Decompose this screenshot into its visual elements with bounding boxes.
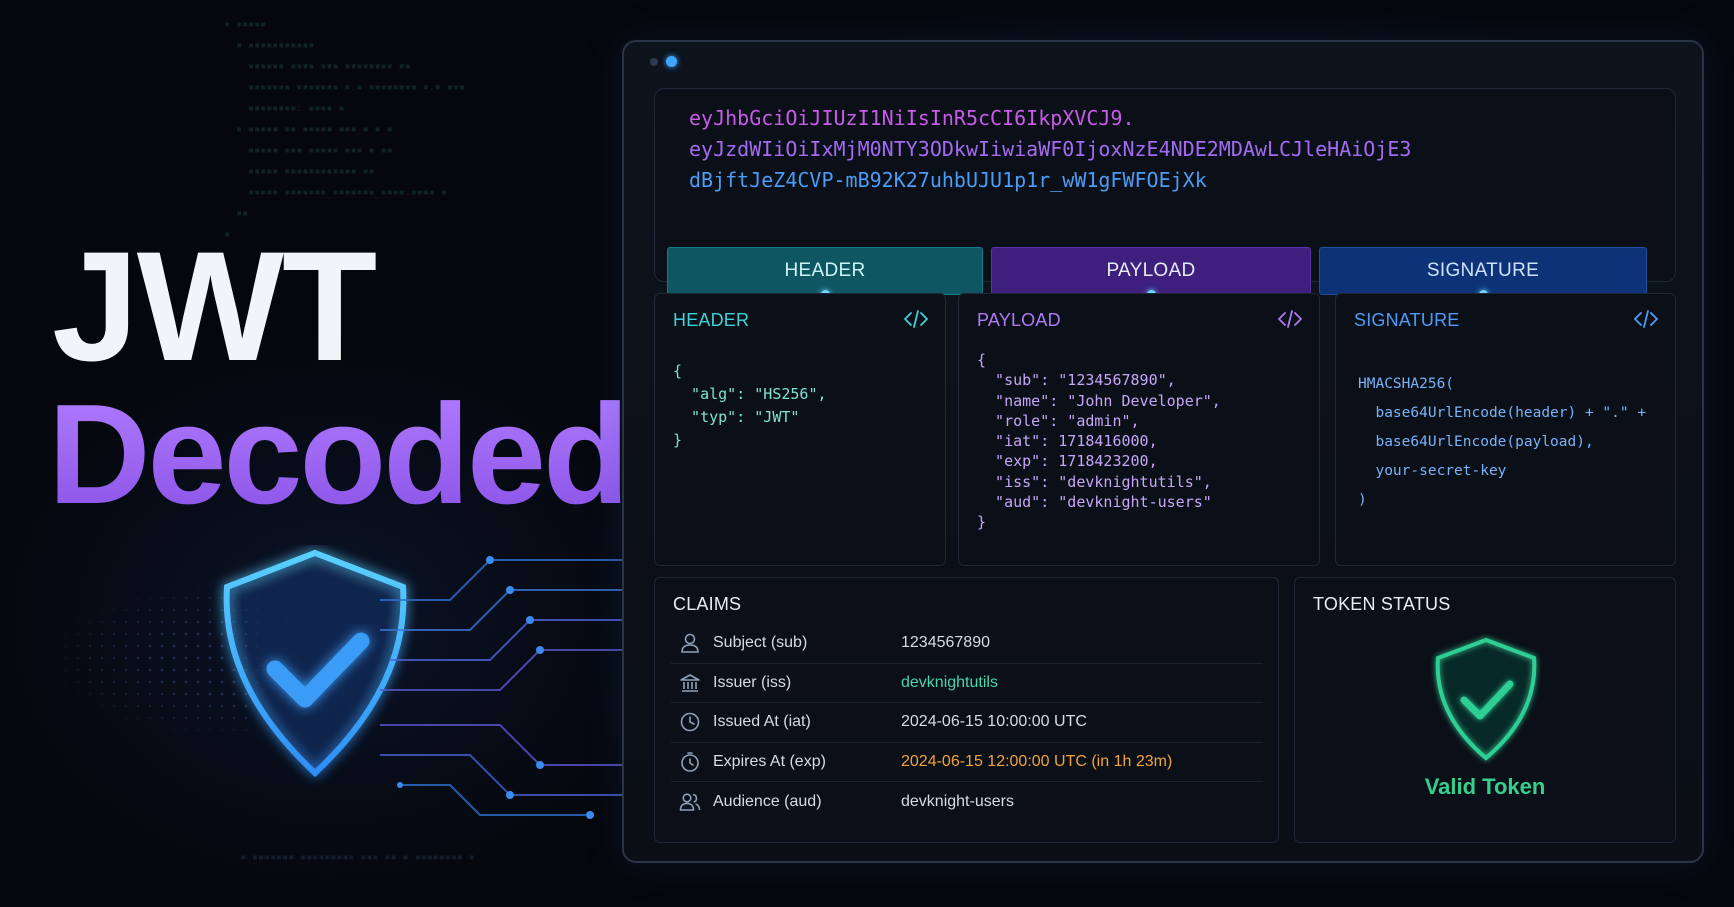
claims-card-title: CLAIMS: [673, 594, 742, 614]
claim-label: Issuer (iss): [713, 673, 792, 691]
window-controls: [650, 56, 677, 67]
shield-check-icon: [1435, 637, 1537, 761]
user-icon: [681, 633, 699, 654]
token-status-text: Valid Token: [1424, 774, 1546, 799]
token-payload-part: eyJzdWIiOiIxMjM0NTY3ODkwIiwiaWF0IjoxNzE4…: [689, 137, 1412, 161]
claim-value: devknightutils: [901, 673, 998, 691]
window-dot-active[interactable]: [666, 56, 677, 67]
code-icon[interactable]: [1277, 308, 1303, 330]
claim-row: Issuer (iss) devknightutils: [671, 664, 1263, 703]
claim-value: 1234567890: [901, 634, 990, 652]
token-header-part: eyJhbGciOiJIUzI1NiIsInR5cCI6IkpXVCJ9.: [689, 106, 1135, 130]
circuit-lines-decoration: [380, 556, 625, 819]
claims-card: CLAIMS Subject (sub) 1234567890 Issuer (…: [654, 577, 1279, 843]
claims-list: Subject (sub) 1234567890 Issuer (iss) de…: [671, 624, 1263, 822]
payload-card-title: PAYLOAD: [977, 310, 1061, 330]
claim-value: 2024-06-15 10:00:00 UTC: [901, 713, 1087, 731]
header-card: HEADER { "alg": "HS256", "typ": "JWT" }: [654, 293, 946, 566]
hero-title-decoded: Decoded: [48, 375, 630, 534]
decoder-window: eyJhbGciOiJIUzI1NiIsInR5cCI6IkpXVCJ9. ey…: [622, 40, 1704, 863]
header-card-title: HEADER: [673, 310, 750, 330]
segment-signature-button[interactable]: SIGNATURE: [1319, 247, 1647, 299]
segment-payload-button[interactable]: PAYLOAD: [991, 247, 1311, 299]
hero-title-jwt: JWT: [52, 220, 377, 394]
background-code-decoration: ▪ ▪▪▪▪▪ ▪ ▪▪▪▪▪▪▪▪▪▪▪ ▪▪▪▪▪▪ ▪▪▪▪ ▪▪▪ ▪▪…: [224, 19, 465, 240]
token-status-card: TOKEN STATUS Valid Token: [1294, 577, 1676, 843]
segment-header-button[interactable]: HEADER: [667, 247, 983, 299]
header-json: { "alg": "HS256", "typ": "JWT" }: [673, 362, 827, 449]
signature-formula: HMACSHA256( base64UrlEncode(header) + ".…: [1358, 376, 1647, 508]
claim-value: 2024-06-15 12:00:00 UTC (in 1h 23m): [901, 752, 1173, 770]
claim-row: Issued At (iat) 2024-06-15 10:00:00 UTC: [671, 703, 1263, 743]
claim-label: Audience (aud): [713, 792, 822, 810]
payload-json: { "sub": "1234567890", "name": "John Dev…: [977, 351, 1221, 532]
payload-card: PAYLOAD { "sub": "1234567890", "name": "…: [958, 293, 1320, 566]
clock-icon: [680, 712, 700, 732]
claim-row: Expires At (exp) 2024-06-15 12:00:00 UTC…: [671, 743, 1263, 782]
background-code-footer: ▪ ▪▪▪▪▪▪▪ ▪▪▪▪▪▪▪▪▪ ▪▪▪ ▪▪ ▪ ▪▪▪▪▪▪▪▪ ▪: [240, 852, 475, 863]
signature-card-title: SIGNATURE: [1354, 310, 1460, 330]
claim-label: Issued At (iat): [713, 713, 811, 731]
bank-icon: [680, 673, 700, 692]
token-status-title: TOKEN STATUS: [1313, 594, 1451, 614]
code-icon[interactable]: [1633, 308, 1659, 330]
claim-row: Subject (sub) 1234567890: [671, 624, 1263, 664]
stopwatch-icon: [681, 751, 699, 772]
claim-label: Expires At (exp): [713, 752, 826, 770]
claim-label: Subject (sub): [713, 634, 808, 652]
window-dot[interactable]: [650, 57, 658, 66]
encoded-token-panel: eyJhbGciOiJIUzI1NiIsInR5cCI6IkpXVCJ9. ey…: [654, 88, 1676, 299]
claim-row: Audience (aud) devknight-users: [671, 782, 1263, 822]
signature-card: SIGNATURE HMACSHA256( base64UrlEncode(he…: [1335, 293, 1676, 566]
claim-value: devknight-users: [901, 792, 1014, 810]
encoded-token-text[interactable]: eyJhbGciOiJIUzI1NiIsInR5cCI6IkpXVCJ9. ey…: [689, 103, 1411, 196]
token-segment-tabs: HEADER PAYLOAD SIGNATURE: [667, 247, 1647, 299]
token-signature-part: dBjftJeZ4CVP-mB92K27uhbUJU1p1r_wW1gFWFOE…: [689, 168, 1207, 192]
users-icon: [679, 793, 701, 811]
code-icon[interactable]: [903, 308, 929, 330]
